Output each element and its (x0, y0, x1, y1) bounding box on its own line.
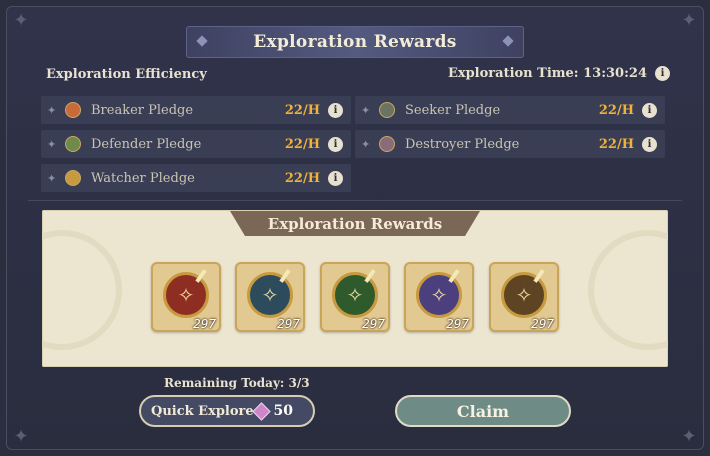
pledge-rate: 22/H (598, 102, 634, 118)
reward-quantity: 297 (531, 317, 554, 331)
reward-quantity: 297 (362, 317, 385, 331)
exploration-time-label: Exploration Time: 13:30:24 (447, 66, 647, 81)
info-icon[interactable]: i (328, 102, 343, 118)
defender-pledge-icon (65, 136, 81, 152)
dialog-title: Exploration Rewards (253, 32, 457, 52)
pledge-rate: 22/H (284, 136, 320, 152)
decorative-swirl (588, 230, 668, 350)
claim-label: Claim (456, 401, 510, 421)
pledge-name: Breaker Pledge (91, 102, 194, 118)
quick-explore-button[interactable]: Quick Explore 50 (139, 395, 315, 427)
info-icon[interactable]: i (642, 136, 657, 152)
watcher-pledge-icon (65, 170, 81, 186)
seeker-medal-icon: ✧ (247, 272, 293, 318)
quick-explore-label: Quick Explore (151, 403, 254, 419)
pledge-row-watcher: ✦ Watcher Pledge 22/H i (41, 164, 351, 192)
sparkle-icon: ✦ (361, 137, 371, 151)
seeker-pledge-icon (379, 102, 395, 118)
quick-explore-cost: 50 (251, 401, 293, 421)
claim-button[interactable]: Claim (395, 395, 571, 427)
corner-ornament-icon: ✦ (13, 426, 29, 447)
rewards-header: Exploration Rewards (267, 214, 443, 233)
pledge-row-destroyer: ✦ Destroyer Pledge 22/H i (355, 130, 665, 158)
defender-medal-icon: ✧ (332, 272, 378, 318)
info-icon[interactable]: i (642, 102, 657, 118)
title-banner: Exploration Rewards (186, 26, 524, 58)
info-icon[interactable]: i (328, 170, 343, 186)
breaker-medal-icon: ✧ (163, 272, 209, 318)
reward-quantity: 297 (277, 317, 300, 331)
rewards-header-tab: Exploration Rewards (230, 211, 480, 236)
breaker-pledge-icon (65, 102, 81, 118)
pledge-row-breaker: ✦ Breaker Pledge 22/H i (41, 96, 351, 124)
pledge-name: Seeker Pledge (405, 102, 501, 118)
remaining-today: Remaining Today: 3/3 (164, 376, 310, 390)
destroyer-medal-icon: ✧ (416, 272, 462, 318)
corner-ornament-icon: ✦ (681, 426, 697, 447)
sparkle-icon: ✦ (47, 171, 57, 185)
corner-ornament-icon: ✦ (13, 10, 29, 31)
pledge-name: Watcher Pledge (91, 170, 195, 186)
pledge-row-defender: ✦ Defender Pledge 22/H i (41, 130, 351, 158)
decorative-swirl (42, 230, 122, 350)
reward-item-breaker[interactable]: ✧ 297 (151, 262, 221, 332)
corner-ornament-icon: ✦ (681, 10, 697, 31)
section-divider (28, 200, 682, 201)
banner-diamond-icon (502, 35, 514, 47)
reward-item-defender[interactable]: ✧ 297 (320, 262, 390, 332)
exploration-time: Exploration Time: 13:30:24 i (448, 66, 670, 81)
info-icon[interactable]: i (655, 66, 670, 81)
pledge-rate: 22/H (598, 136, 634, 152)
banner-diamond-icon (196, 35, 208, 47)
efficiency-label: Exploration Efficiency (46, 67, 207, 82)
sparkle-icon: ✦ (361, 103, 371, 117)
destroyer-pledge-icon (379, 136, 395, 152)
gem-icon (251, 401, 271, 421)
pledge-rate: 22/H (284, 102, 320, 118)
pledge-row-seeker: ✦ Seeker Pledge 22/H i (355, 96, 665, 124)
pledge-name: Defender Pledge (91, 136, 202, 152)
cost-value: 50 (273, 403, 293, 419)
reward-quantity: 297 (193, 317, 216, 331)
pledge-rate: 22/H (284, 170, 320, 186)
info-icon[interactable]: i (328, 136, 343, 152)
reward-item-destroyer[interactable]: ✧ 297 (404, 262, 474, 332)
reward-item-watcher[interactable]: ✧ 297 (489, 262, 559, 332)
sparkle-icon: ✦ (47, 137, 57, 151)
pledge-name: Destroyer Pledge (405, 136, 520, 152)
reward-quantity: 297 (446, 317, 469, 331)
watcher-medal-icon: ✧ (501, 272, 547, 318)
sparkle-icon: ✦ (47, 103, 57, 117)
reward-item-seeker[interactable]: ✧ 297 (235, 262, 305, 332)
